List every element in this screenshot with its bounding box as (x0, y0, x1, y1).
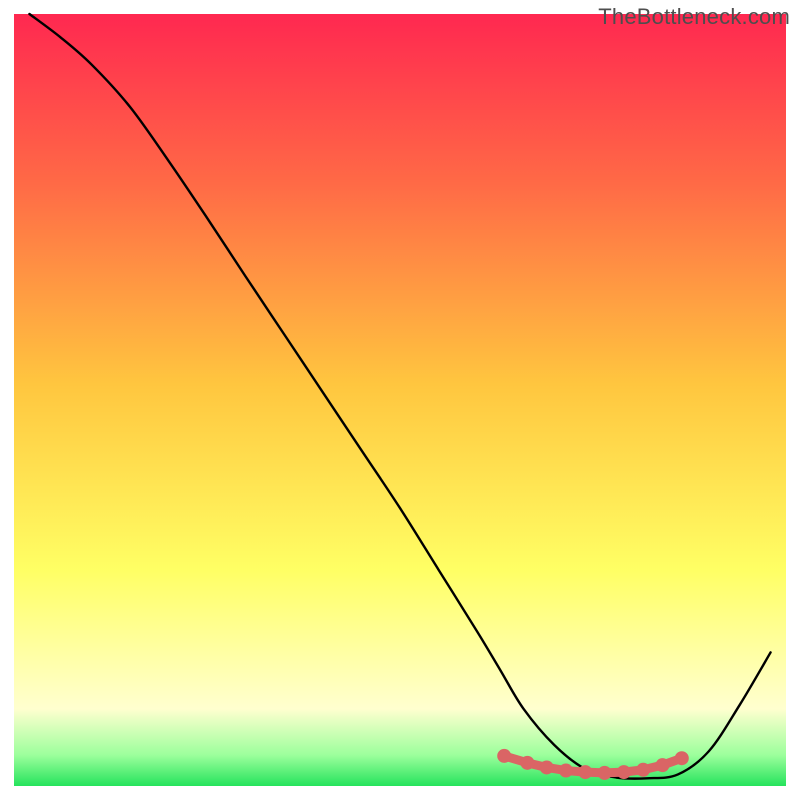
marker-dot (578, 765, 592, 779)
chart-stage: TheBottleneck.com (0, 0, 800, 800)
marker-dot (520, 756, 534, 770)
gradient-background (14, 14, 786, 786)
marker-dot (675, 751, 689, 765)
marker-dot (617, 765, 631, 779)
marker-dot (598, 766, 612, 780)
marker-dot (497, 749, 511, 763)
bottleneck-chart (0, 0, 800, 800)
marker-dot (559, 764, 573, 778)
watermark-label: TheBottleneck.com (598, 4, 790, 30)
marker-dot (636, 763, 650, 777)
marker-dot (655, 758, 669, 772)
marker-dot (540, 760, 554, 774)
